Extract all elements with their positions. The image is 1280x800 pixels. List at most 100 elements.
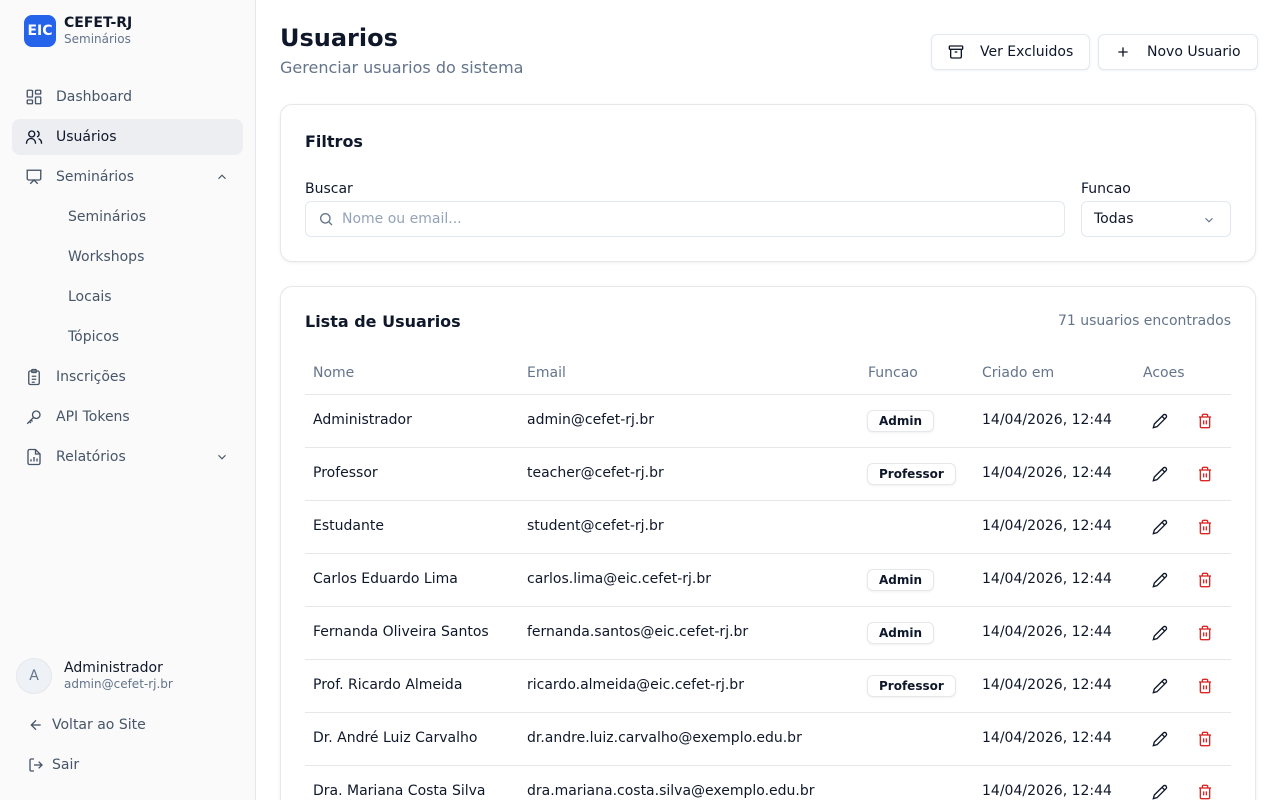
presentation-icon (24, 167, 44, 187)
column-header-name: Nome (313, 365, 355, 381)
sidebar-subitem-workshops[interactable]: Workshops (12, 239, 243, 275)
table-row[interactable]: Fernanda Oliveira Santos fernanda.santos… (305, 607, 1231, 660)
sidebar-item-usuarios[interactable]: Usuários (12, 119, 243, 155)
edit-user-button[interactable] (1151, 783, 1169, 800)
search-field[interactable] (305, 201, 1065, 237)
edit-user-button[interactable] (1151, 571, 1169, 589)
user-name-cell: Fernanda Oliveira Santos (313, 624, 489, 640)
view-deleted-button[interactable]: Ver Excluidos (931, 34, 1091, 70)
delete-user-button[interactable] (1196, 730, 1214, 748)
created-at-cell: 14/04/2026, 12:44 (982, 730, 1112, 746)
clipboard-icon (24, 367, 44, 387)
delete-user-button[interactable] (1196, 412, 1214, 430)
user-profile[interactable]: A Administrador admin@cefet-rj.br (16, 658, 173, 694)
logout-link[interactable]: Sair (28, 757, 79, 773)
created-at-cell: 14/04/2026, 12:44 (982, 571, 1112, 587)
user-name-cell: Administrador (313, 412, 412, 428)
role-badge: Professor (867, 463, 956, 485)
sidebar-item-label: Inscrições (56, 369, 126, 385)
table-header: Nome Email Funcao Criado em Acoes (305, 351, 1231, 395)
chevron-down-icon (1205, 217, 1213, 223)
chevron-down-icon[interactable] (215, 450, 229, 464)
role-badge: Admin (867, 410, 935, 432)
table-row[interactable]: Professor teacher@cefet-rj.br Professor … (305, 448, 1231, 501)
role-badge: Admin (867, 569, 935, 591)
sidebar-subitem-locais[interactable]: Locais (12, 279, 243, 315)
table-row[interactable]: Estudante student@cefet-rj.br 14/04/2026… (305, 501, 1231, 554)
back-to-site-link[interactable]: Voltar ao Site (28, 717, 146, 733)
sidebar-item-inscricoes[interactable]: Inscrições (12, 359, 243, 395)
edit-user-button[interactable] (1151, 730, 1169, 748)
delete-user-button[interactable] (1196, 465, 1214, 483)
archive-icon (948, 44, 964, 60)
table-row[interactable]: Carlos Eduardo Lima carlos.lima@eic.cefe… (305, 554, 1231, 607)
column-header-role: Funcao (868, 365, 918, 381)
delete-user-button[interactable] (1196, 783, 1214, 800)
pencil-icon (1152, 731, 1168, 747)
user-email-cell: student@cefet-rj.br (527, 518, 664, 534)
sidebar: EIC CEFET-RJ Seminários Dashboard Usuári… (0, 0, 256, 800)
edit-user-button[interactable] (1151, 624, 1169, 642)
view-deleted-label: Ver Excluidos (980, 44, 1074, 60)
search-icon (318, 211, 334, 227)
search-input[interactable] (342, 211, 1042, 227)
created-at-cell: 14/04/2026, 12:44 (982, 465, 1112, 481)
filters-title: Filtros (305, 132, 363, 151)
new-user-label: Novo Usuario (1147, 44, 1241, 60)
sidebar-item-dashboard[interactable]: Dashboard (12, 79, 243, 115)
user-email-cell: fernanda.santos@eic.cefet-rj.br (527, 624, 749, 640)
trash-icon (1199, 784, 1211, 800)
edit-user-button[interactable] (1151, 465, 1169, 483)
page-title: Usuarios (280, 24, 398, 52)
sidebar-item-seminarios[interactable]: Seminários (12, 159, 243, 195)
sidebar-subitem-topicos[interactable]: Tópicos (12, 319, 243, 355)
delete-user-button[interactable] (1196, 624, 1214, 642)
role-badge: Professor (867, 675, 956, 697)
delete-user-button[interactable] (1196, 571, 1214, 589)
chevron-up-icon[interactable] (215, 170, 229, 184)
brand-subtitle: Seminários (64, 32, 131, 47)
user-name-cell: Dr. André Luiz Carvalho (313, 730, 478, 746)
table-row[interactable]: Dra. Mariana Costa Silva dra.mariana.cos… (305, 766, 1231, 800)
created-at-cell: 14/04/2026, 12:44 (982, 412, 1112, 428)
edit-user-button[interactable] (1151, 518, 1169, 536)
role-filter-select[interactable]: Todas (1081, 201, 1231, 237)
user-email-cell: ricardo.almeida@eic.cefet-rj.br (527, 677, 744, 693)
table-row[interactable]: Dr. André Luiz Carvalho dr.andre.luiz.ca… (305, 713, 1231, 766)
pencil-icon (1152, 784, 1168, 800)
pencil-icon (1152, 678, 1168, 694)
user-name-cell: Professor (313, 465, 378, 481)
logout-label: Sair (52, 757, 80, 773)
role-filter-label: Funcao (1081, 181, 1131, 197)
brand-title: CEFET-RJ (64, 15, 133, 32)
sidebar-item-label: Relatórios (56, 449, 126, 465)
edit-user-button[interactable] (1151, 412, 1169, 430)
pencil-icon (1152, 625, 1168, 641)
user-name-cell: Dra. Mariana Costa Silva (313, 783, 486, 799)
user-email-cell: teacher@cefet-rj.br (527, 465, 664, 481)
arrow-left-icon (28, 717, 44, 733)
key-icon (24, 407, 44, 427)
user-list-title: Lista de Usuarios (305, 312, 461, 331)
sidebar-item-label: Seminários (56, 169, 134, 185)
user-list-card: Lista de Usuarios 71 usuarios encontrado… (280, 286, 1256, 800)
new-user-button[interactable]: Novo Usuario (1098, 34, 1258, 70)
table-row[interactable]: Prof. Ricardo Almeida ricardo.almeida@ei… (305, 660, 1231, 713)
pencil-icon (1152, 413, 1168, 429)
table-row[interactable]: Administrador admin@cefet-rj.br Admin 14… (305, 395, 1231, 448)
pencil-icon (1152, 572, 1168, 588)
delete-user-button[interactable] (1196, 677, 1214, 695)
created-at-cell: 14/04/2026, 12:44 (982, 624, 1112, 640)
trash-icon (1199, 466, 1211, 482)
sidebar-subitem-seminarios[interactable]: Seminários (12, 199, 243, 235)
delete-user-button[interactable] (1196, 518, 1214, 536)
dashboard-icon (24, 87, 44, 107)
plus-icon (1115, 44, 1131, 60)
sidebar-item-api-tokens[interactable]: API Tokens (12, 399, 243, 435)
brand[interactable]: EIC CEFET-RJ Seminários (24, 15, 132, 47)
user-name-cell: Estudante (313, 518, 384, 534)
role-filter-value: Todas (1094, 211, 1134, 227)
sidebar-item-relatorios[interactable]: Relatórios (12, 439, 243, 475)
edit-user-button[interactable] (1151, 677, 1169, 695)
user-email-cell: admin@cefet-rj.br (527, 412, 654, 428)
